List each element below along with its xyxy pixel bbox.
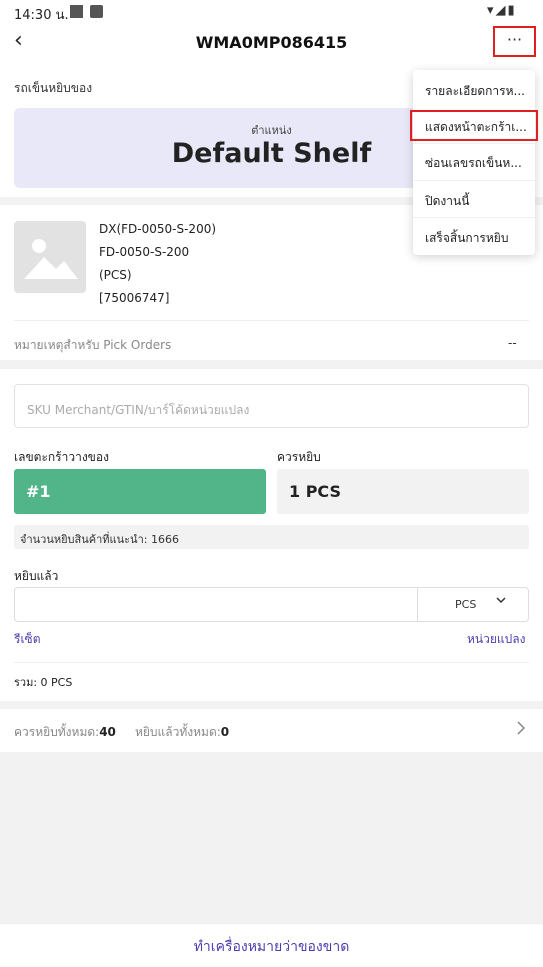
product-name: DX(FD-0050-S-200) xyxy=(99,222,217,236)
unit-convert-link[interactable]: หน่วยแปลง xyxy=(467,630,525,649)
product-unit: (PCS) xyxy=(99,268,132,282)
chevron-down-icon[interactable] xyxy=(495,594,507,609)
suggested-quantity: จำนวนหยิบสินค้าที่แนะนำ: 1666 xyxy=(14,525,529,549)
summary-text: ควรหยิบทั้งหมด:40 หยิบแล้วทั้งหมด:0 xyxy=(14,723,229,742)
notification-icon xyxy=(70,5,83,18)
mark-out-of-stock-link[interactable]: ทำเครื่องหมายว่าของขาด xyxy=(0,936,543,958)
page-title: WMA0MP086415 xyxy=(195,33,348,52)
basket-label: เลขตะกร้าวางของ xyxy=(14,450,109,464)
menu-item-finish-picking[interactable]: เสร็จสิ้นการหยิบ xyxy=(413,219,535,256)
total-picked: รวม: 0 PCS xyxy=(14,676,73,689)
status-time: 14:30 น. xyxy=(14,8,69,23)
picked-label: หยิบแล้ว xyxy=(14,569,59,583)
product-image-icon xyxy=(14,221,86,293)
picked-total-value: 0 xyxy=(220,725,230,739)
pick-order-note-value: -- xyxy=(508,336,517,350)
cart-label: รถเข็นหยิบของ xyxy=(14,81,93,95)
menu-item-close-task[interactable]: ปิดงานนี้ xyxy=(413,182,535,219)
signal-battery-icon: ▾◢▮ xyxy=(487,3,517,18)
menu-item-pick-details[interactable]: รายละเอียดการห... xyxy=(413,72,535,109)
menu-item-hide-cart-number[interactable]: ซ่อนเลขรถเข็นห... xyxy=(413,144,535,181)
product-sku: FD-0050-S-200 xyxy=(99,245,190,259)
divider xyxy=(413,180,535,181)
divider xyxy=(14,662,529,663)
should-pick-total-label: ควรหยิบทั้งหมด: xyxy=(14,725,100,739)
should-pick-value: 1 PCS xyxy=(277,469,529,514)
basket-number: #1 xyxy=(14,469,266,514)
app-notification-icon xyxy=(90,5,103,18)
product-code: [75006747] xyxy=(99,291,170,305)
more-menu-button[interactable]: ··· xyxy=(493,26,536,57)
should-pick-label: ควรหยิบ xyxy=(277,450,321,464)
sku-search-input[interactable]: SKU Merchant/GTIN/บาร์โค้ดหน่วยแปลง xyxy=(14,384,529,428)
picked-total-label: หยิบแล้วทั้งหมด: xyxy=(134,725,221,739)
pick-order-note-label: หมายเหตุสำหรับ Pick Orders xyxy=(14,338,172,352)
reset-link[interactable]: รีเซ็ต xyxy=(14,630,40,649)
divider xyxy=(14,320,529,321)
menu-item-highlight xyxy=(410,110,538,141)
unit-select[interactable]: PCS xyxy=(455,598,476,611)
should-pick-total-value: 40 xyxy=(99,725,116,739)
chevron-right-icon[interactable] xyxy=(516,720,526,740)
divider xyxy=(417,588,418,621)
picked-quantity-input[interactable] xyxy=(14,587,529,622)
divider xyxy=(413,217,535,218)
